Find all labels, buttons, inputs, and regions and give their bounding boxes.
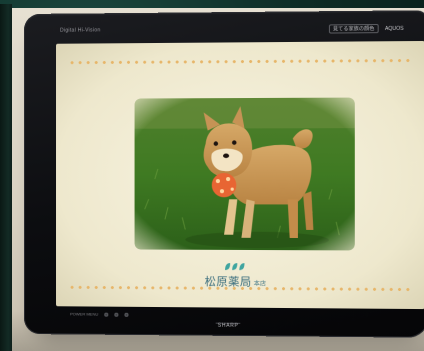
scene: Digital Hi-Vision 見てる家族の顔色 AQUOS 松原薬局 本店… [0, 0, 424, 351]
tv-screen: 松原薬局 本店 [56, 40, 424, 310]
tv-top-right-label: 見てる家族の顔色 [328, 23, 379, 34]
logo-mark-icon [224, 262, 247, 271]
left-post [0, 4, 12, 351]
pharmacy-logo: 松原薬局 本店 [205, 262, 266, 290]
dog-nose [223, 153, 230, 159]
tv-bottom-brand: SHARP [217, 322, 239, 329]
dog-photo-image [134, 97, 355, 251]
toy-ball [211, 172, 237, 198]
tv-bezel: Digital Hi-Vision 見てる家族の顔色 AQUOS 松原薬局 本店… [24, 10, 424, 338]
tv-top-right-brand: AQUOS [384, 25, 404, 32]
logo-text: 松原薬局 本店 [205, 273, 266, 290]
tv-top-right-labels: 見てる家族の顔色 AQUOS [328, 23, 404, 34]
pharmacy-branch: 本店 [253, 280, 267, 288]
tv-top-left-label: Digital Hi-Vision [60, 27, 101, 34]
pharmacy-name: 松原薬局 [204, 275, 252, 289]
dotted-border-top [68, 58, 413, 65]
dog-photo [134, 97, 355, 251]
dog-eye-right [232, 140, 237, 145]
dog-eye-left [213, 141, 219, 146]
tv-control-button-1[interactable] [104, 312, 109, 317]
tv-control-button-3[interactable] [124, 312, 129, 317]
tv-bottom-controls: POWER MENU [70, 311, 129, 317]
tv-control-labels: POWER MENU [70, 311, 99, 317]
tv-control-button-2[interactable] [114, 312, 119, 317]
